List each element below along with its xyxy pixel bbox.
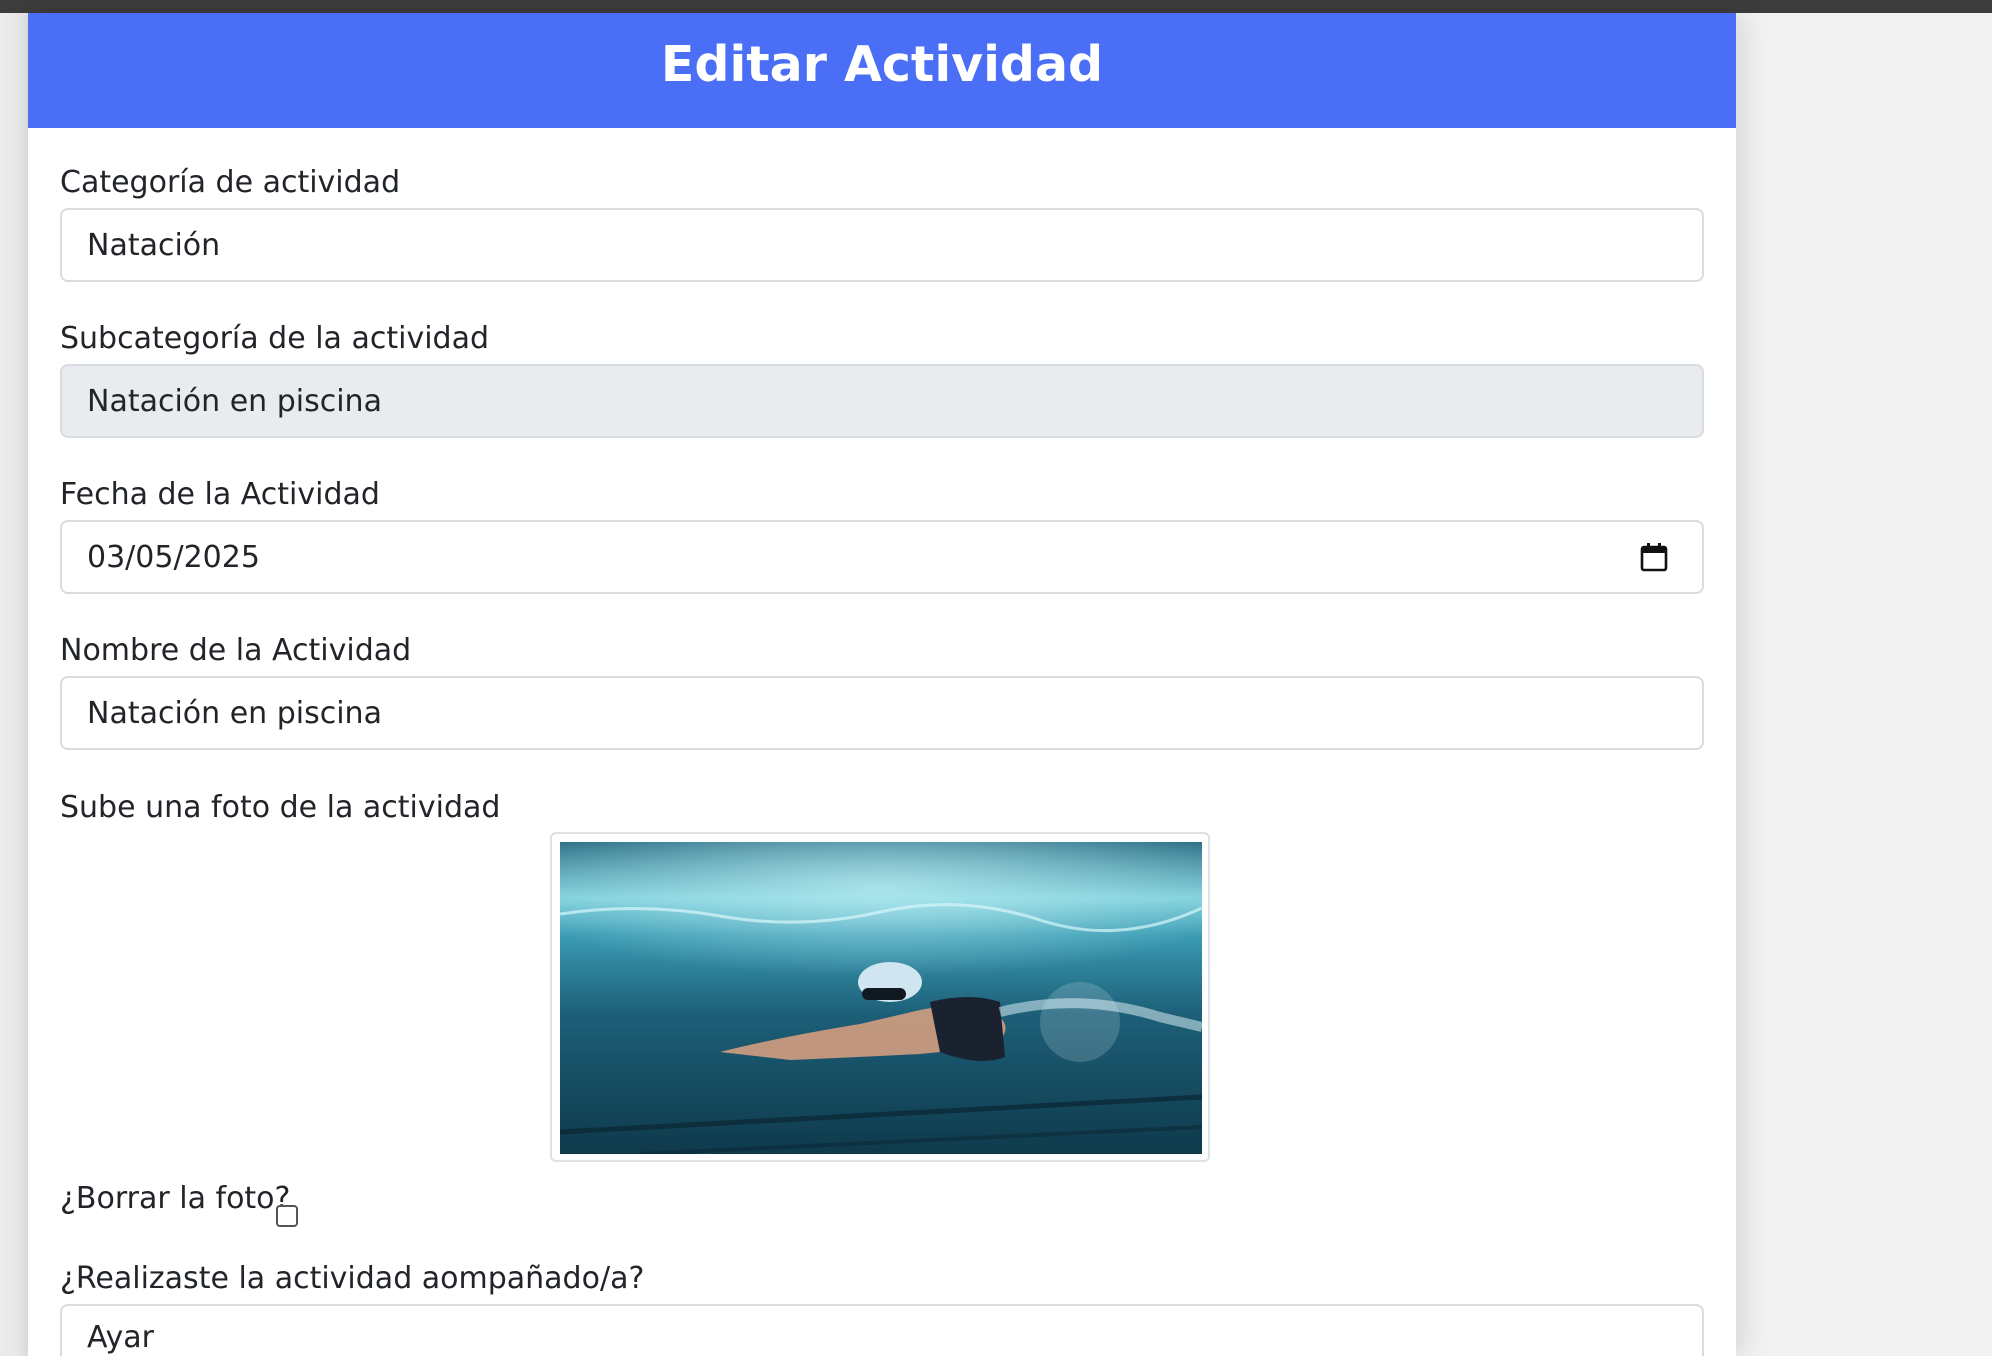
category-value: Natación	[87, 227, 221, 263]
activity-name-input[interactable]: Natación en piscina	[60, 676, 1704, 750]
activity-photo-frame	[550, 832, 1210, 1162]
accompanied-label: ¿Realizaste la actividad aompañado/a?	[60, 1261, 645, 1296]
subcategory-value: Natación en piscina	[87, 383, 382, 419]
card-header: Editar Actividad	[28, 13, 1736, 128]
delete-photo-checkbox[interactable]	[276, 1205, 298, 1227]
delete-photo-label: ¿Borrar la foto?	[60, 1181, 291, 1216]
category-label: Categoría de actividad	[60, 165, 401, 200]
edit-activity-card: Editar Actividad Categoría de actividad …	[28, 13, 1736, 1356]
activity-photo	[560, 842, 1202, 1154]
date-input[interactable]: 03/05/2025	[60, 520, 1704, 594]
date-label: Fecha de la Actividad	[60, 477, 380, 512]
page-margin	[0, 13, 28, 1356]
page-title: Editar Actividad	[660, 36, 1104, 93]
browser-top-bar	[0, 0, 1992, 13]
calendar-icon[interactable]	[1640, 542, 1668, 572]
accompanied-value: Ayar	[87, 1320, 154, 1355]
activity-name-value: Natación en piscina	[87, 695, 382, 731]
accompanied-select[interactable]: Ayar	[60, 1304, 1704, 1356]
photo-label: Sube una foto de la actividad	[60, 790, 501, 825]
category-select[interactable]: Natación	[60, 208, 1704, 282]
subcategory-label: Subcategoría de la actividad	[60, 321, 490, 356]
date-value: 03/05/2025	[87, 539, 260, 575]
subcategory-field[interactable]: Natación en piscina	[60, 364, 1704, 438]
activity-name-label: Nombre de la Actividad	[60, 633, 412, 668]
